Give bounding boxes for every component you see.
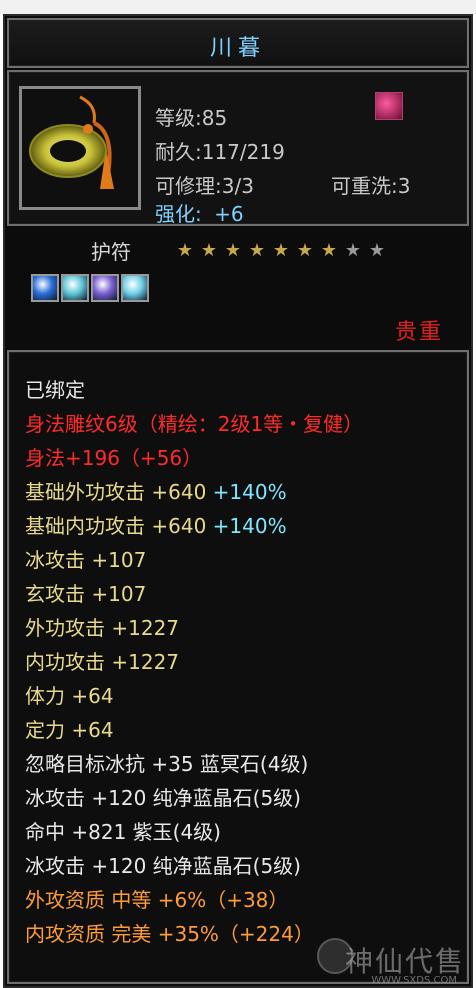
item-name: 川暮 [209, 36, 266, 61]
star-icon: ★ [344, 240, 362, 261]
enhance-row: 强化: +6 [155, 198, 244, 227]
star-icon: ★ [224, 240, 242, 261]
attribute-text: 玄攻击 +107 [25, 582, 147, 606]
attribute-line: 内攻资质 完美 +35%（+224） [25, 918, 314, 947]
attribute-text: +140% [212, 514, 287, 538]
attribute-text: 命中 +821 紫玉(4级) [25, 820, 221, 844]
watermark-url: WWW.SXDS.COM [371, 975, 457, 986]
attribute-text: 冰攻击 +120 纯净蓝晶石(5级) [25, 854, 301, 878]
enhance-label: 强化: [155, 202, 202, 226]
attribute-section: 已绑定身法雕纹6级（精绘：2级1等・复健） 身法+196（+56） 基础外功攻击 +… [7, 350, 469, 984]
attribute-line: 外功攻击 +1227 [25, 612, 179, 641]
attribute-line: 基础内功攻击 +640 +140% [25, 510, 287, 539]
star-icon: ★ [320, 240, 338, 261]
attribute-text: 体力 +64 [25, 684, 114, 708]
attribute-line: 忽略目标冰抗 +35 蓝冥石(4级) [25, 748, 308, 777]
attribute-line: 外攻资质 中等 +6%（+38） [25, 884, 288, 913]
attribute-text: 冰攻击 +120 纯净蓝晶石(5级) [25, 786, 301, 810]
attribute-line: 冰攻击 +107 [25, 544, 146, 573]
attribute-line: 身法雕纹6级（精绘：2级1等・复健） [25, 408, 363, 437]
attribute-text: 基础内功攻击 +640 [25, 514, 213, 538]
watermark-text: 神仙代售 [344, 945, 465, 978]
star-icon: ★ [248, 240, 266, 261]
attribute-text: 基础外功攻击 +640 [25, 480, 213, 504]
star-icon: ★ [272, 240, 290, 261]
item-grade: 贵重 [394, 320, 443, 345]
attribute-line: 命中 +821 紫玉(4级) [25, 816, 221, 845]
attribute-line: 基础外功攻击 +640 +140% [25, 476, 287, 505]
attribute-text: 内功攻击 +1227 [25, 650, 180, 674]
attribute-text: 身法雕纹6级（精绘：2级1等・复健） [25, 412, 364, 436]
attribute-text: 定力 +64 [25, 718, 114, 742]
star-icon: ★ [296, 240, 314, 261]
item-info-section: 等级:85 耐久:117/219 可修理:3/3 可重洗:3 强化: +6 [7, 70, 469, 226]
cyan-gem-icon [61, 274, 89, 302]
star-icon: ★ [176, 240, 194, 261]
phoenix-badge-icon [375, 92, 403, 120]
top-strip [0, 0, 476, 14]
jade-pendant-icon [19, 86, 141, 210]
level-value: 等级:85 [155, 106, 228, 130]
attribute-text: 内攻资质 完美 +35%（+224） [25, 922, 314, 946]
item-type: 护符 [91, 240, 131, 264]
attribute-text: 身法+196（+56） [25, 446, 203, 470]
repairable-value: 可修理:3/3 [155, 174, 254, 198]
attribute-line: 玄攻击 +107 [25, 578, 146, 607]
attribute-text: 外功攻击 +1227 [25, 616, 180, 640]
attribute-text: 冰攻击 +107 [25, 548, 147, 572]
attribute-text: 忽略目标冰抗 +35 蓝冥石(4级) [25, 752, 309, 776]
star-icon: ★ [200, 240, 218, 261]
attribute-line: 定力 +64 [25, 714, 114, 743]
attribute-text: 外攻资质 中等 +6%（+38） [25, 888, 289, 912]
purple-gem-icon [91, 274, 119, 302]
attribute-line: 体力 +64 [25, 680, 114, 709]
attribute-line: 已绑定 [25, 374, 85, 403]
attribute-line: 内功攻击 +1227 [25, 646, 179, 675]
blue-gem-icon [31, 274, 59, 302]
title-bar: 川暮 [7, 18, 469, 68]
attribute-line: 冰攻击 +120 纯净蓝晶石(5级) [25, 782, 301, 811]
attribute-text: 已绑定 [25, 378, 85, 402]
attribute-line: 身法+196（+56） [25, 442, 202, 471]
star-icon: ★ [368, 240, 386, 261]
durability-value: 耐久:117/219 [155, 140, 285, 164]
attribute-text: +140% [212, 480, 287, 504]
rewashable-value: 可重洗:3 [331, 174, 411, 198]
item-tooltip-panel: 川暮 等级:85 耐久:117/219 可修理:3/3 可重洗:3 强化: +6… [3, 14, 473, 988]
attribute-line: 冰攻击 +120 纯净蓝晶石(5级) [25, 850, 301, 879]
cyan-gem-icon [121, 274, 149, 302]
enhance-value: +6 [214, 202, 244, 226]
